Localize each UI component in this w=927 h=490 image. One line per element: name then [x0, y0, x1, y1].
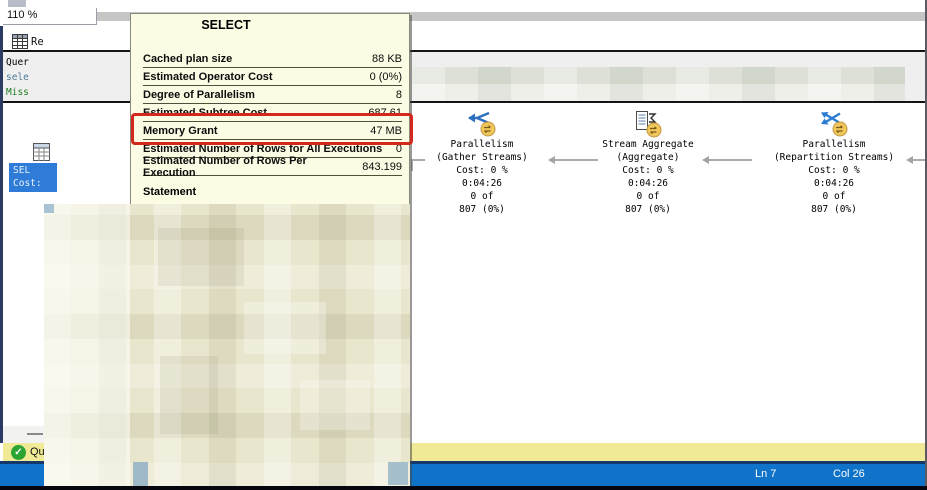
- operator-subtype: (Repartition Streams): [773, 152, 895, 163]
- plan-scrollbar-thumb[interactable]: [27, 433, 43, 435]
- tooltip-row-value: 88 KB: [372, 52, 402, 65]
- plan-header-missing-index-line: Miss: [6, 87, 29, 98]
- operator-rows-total: 807 (0%): [459, 204, 505, 215]
- mosaic-tile: [158, 228, 244, 286]
- stream-aggregate-icon: [553, 110, 743, 138]
- ssms-execution-plan-screen: { "editor": { "zoom_level": "110 %" }, "…: [0, 0, 927, 490]
- operator-cost: Cost: 0 %: [622, 165, 674, 176]
- tooltip-row: Estimated Number of Rows Per Execution 8…: [143, 154, 402, 179]
- redacted-query-text-mosaic: [412, 67, 905, 101]
- tooltip-row-label: Estimated Operator Cost: [143, 70, 273, 83]
- mosaic-tile: [244, 302, 326, 354]
- operator-cost: Cost: 0 %: [456, 165, 508, 176]
- operator-time: 0:04:26: [461, 178, 503, 189]
- repartition-streams-icon: [739, 110, 927, 138]
- query-status-message: Qu: [30, 446, 45, 458]
- tooltip-row: Cached plan size 88 KB: [143, 50, 402, 68]
- operator-name: Parallelism: [802, 139, 866, 150]
- tooltip-row-label: Cached plan size: [143, 52, 233, 65]
- column-indicator[interactable]: Col 26: [833, 468, 865, 480]
- operator-name: Parallelism: [450, 139, 514, 150]
- tooltip-row-value: 0 (0%): [369, 70, 402, 83]
- editor-zoom-selector[interactable]: 110 %: [3, 8, 97, 25]
- tooltip-row-label: Estimated Number of Rows Per Execution: [143, 154, 307, 179]
- operator-rows-of: 0 of: [636, 191, 660, 202]
- plan-header-query-line: Quer: [6, 57, 29, 68]
- operator-stream-aggregate[interactable]: Stream Aggregate (Aggregate) Cost: 0 % 0…: [553, 110, 743, 216]
- operator-parallelism-repartition-streams[interactable]: Parallelism (Repartition Streams) Cost: …: [739, 110, 927, 216]
- operator-time: 0:04:26: [813, 178, 855, 189]
- gather-streams-icon: [387, 110, 577, 138]
- mosaic-tile: [133, 462, 148, 486]
- window-bottom-edge: [0, 486, 927, 490]
- tooltip-row-value: 843.199: [362, 160, 402, 173]
- operator-subtype: (Gather Streams): [436, 152, 528, 163]
- editor-scrollbar-nub[interactable]: [8, 0, 26, 7]
- tooltip-row: Estimated Operator Cost 0 (0%): [143, 68, 402, 86]
- select-operator-selected-label[interactable]: SEL Cost:: [9, 163, 57, 192]
- tab-results-label[interactable]: Re: [31, 36, 44, 48]
- operator-time: 0:04:26: [627, 178, 669, 189]
- select-operator-cost: Cost:: [13, 178, 42, 189]
- operator-cost: Cost: 0 %: [808, 165, 860, 176]
- operator-rows-of: 0 of: [822, 191, 846, 202]
- tooltip-row: Degree of Parallelism 8: [143, 86, 402, 104]
- tooltip-row-label: Degree of Parallelism: [143, 88, 255, 101]
- redacted-mosaic-light-edge: [44, 204, 130, 487]
- operator-rows-total: 807 (0%): [811, 204, 857, 215]
- mosaic-tile: [300, 380, 370, 430]
- operator-parallelism-gather-streams[interactable]: Parallelism (Gather Streams) Cost: 0 % 0…: [387, 110, 577, 216]
- mosaic-tile: [44, 204, 54, 213]
- operator-name: Stream Aggregate: [602, 139, 694, 150]
- operator-rows-of: 0 of: [470, 191, 494, 202]
- tooltip-title: SELECT: [201, 18, 251, 32]
- zoom-level-value: 110 %: [7, 9, 38, 21]
- operator-subtype: (Aggregate): [616, 152, 680, 163]
- mosaic-tile: [388, 462, 408, 485]
- plan-header-select-line: sele: [6, 72, 29, 83]
- tooltip-statement-label: Statement: [143, 186, 197, 198]
- select-operator-name: SEL: [13, 165, 31, 176]
- line-indicator[interactable]: Ln 7: [755, 468, 776, 480]
- mosaic-tile: [160, 356, 218, 434]
- memory-grant-highlight-box: [131, 113, 413, 145]
- success-check-icon: ✓: [11, 445, 26, 460]
- tooltip-row-value: 8: [395, 88, 402, 101]
- operator-rows-total: 807 (0%): [625, 204, 671, 215]
